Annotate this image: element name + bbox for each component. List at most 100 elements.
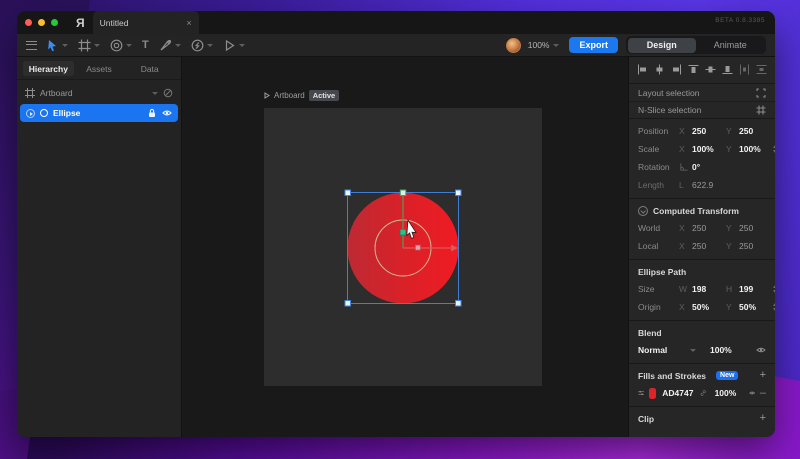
align-middle-vertical-icon[interactable] [705, 64, 716, 75]
blend-opacity-input[interactable]: 100% [710, 345, 744, 355]
tab-data[interactable]: Data [124, 61, 175, 76]
size-row: Size W 198 H 199 [629, 280, 775, 298]
rotation-input[interactable]: 0° [692, 162, 726, 172]
document-tab[interactable]: Untitled × [92, 11, 199, 34]
bone-tool-button[interactable] [188, 36, 216, 54]
align-left-icon[interactable] [637, 64, 648, 75]
section-title: Blend [638, 327, 662, 338]
tab-animate[interactable]: Animate [696, 38, 765, 53]
scale-y-input[interactable]: 100% [739, 144, 773, 154]
position-y-input[interactable]: 250 [739, 126, 773, 136]
scale-stepper[interactable] [773, 145, 775, 153]
position-row: Position X 250 Y 250 [629, 122, 775, 140]
axis-x-label: X [679, 144, 685, 154]
add-clip-button[interactable]: + [760, 413, 766, 424]
align-bottom-icon[interactable] [722, 64, 733, 75]
world-y-value: 250 [739, 223, 754, 233]
nslice-selection-label: N-Slice selection [638, 105, 702, 115]
origin-x-input[interactable]: 50% [692, 302, 726, 312]
align-right-icon[interactable] [671, 64, 682, 75]
artboard-tool-button[interactable] [75, 36, 103, 54]
nslice-selection-row[interactable]: N-Slice selection [629, 101, 775, 118]
scale-x-input[interactable]: 100% [692, 144, 726, 154]
tree-item-ellipse[interactable]: Ellipse [20, 104, 178, 122]
tab-hierarchy[interactable]: Hierarchy [23, 61, 74, 76]
axis-y-label: Y [726, 223, 732, 233]
layout-selection-icon [756, 87, 766, 98]
fills-strokes-header: Fills and Strokes New + [629, 367, 775, 384]
fill-hex-input[interactable]: AD4747 [662, 388, 700, 398]
origin-stepper[interactable] [773, 303, 775, 311]
tab-close-icon[interactable]: × [186, 18, 191, 28]
corner-handle-tr [455, 189, 462, 196]
mode-switcher: Design Animate [626, 36, 766, 54]
origin-label: Origin [638, 302, 661, 312]
select-tool-button[interactable] [43, 36, 71, 54]
size-stepper[interactable] [773, 285, 775, 293]
chevron-down-icon[interactable] [152, 91, 158, 95]
corner-handle-bl [344, 300, 351, 307]
tab-assets[interactable]: Assets [74, 61, 125, 76]
position-label: Position [638, 126, 669, 136]
tab-design[interactable]: Design [627, 37, 696, 53]
chevron-down-icon[interactable] [62, 43, 68, 47]
artboard-tool-icon [78, 39, 91, 51]
fill-opacity-input[interactable]: 100% [715, 388, 749, 398]
chevron-down-icon[interactable] [690, 348, 696, 352]
world-row: World X 250 Y 250 [629, 219, 775, 237]
align-center-horizontal-icon[interactable] [654, 64, 665, 75]
text-tool-button[interactable]: T [139, 36, 152, 54]
fill-color-swatch[interactable] [649, 387, 657, 399]
close-window-button[interactable] [25, 19, 32, 26]
axis-y-label: Y [726, 144, 732, 154]
chevron-down-icon[interactable] [94, 43, 100, 47]
section-title: Fills and Strokes [638, 370, 707, 381]
chevron-down-icon [553, 43, 560, 47]
ellipse-path-header: Ellipse Path [629, 263, 775, 280]
chevron-down-icon[interactable] [126, 43, 132, 47]
eye-icon[interactable] [748, 388, 755, 398]
minimize-window-button[interactable] [38, 19, 45, 26]
shape-tool-button[interactable] [107, 36, 135, 54]
chevron-down-icon[interactable] [238, 43, 245, 47]
ellipse-tool-icon [110, 39, 123, 51]
canvas[interactable]: Artboard Active [182, 57, 628, 437]
align-top-icon[interactable] [688, 64, 699, 75]
eye-icon[interactable] [756, 345, 766, 355]
trigger-tool-button[interactable] [220, 36, 248, 54]
link-icon[interactable] [700, 388, 706, 398]
position-x-input[interactable]: 250 [692, 126, 726, 136]
chevron-down-icon[interactable] [206, 43, 213, 47]
computed-transform-header[interactable]: Computed Transform [629, 202, 775, 219]
add-fill-button[interactable]: + [760, 370, 766, 381]
zoom-window-button[interactable] [51, 19, 58, 26]
origin-y-input[interactable]: 50% [739, 302, 773, 312]
scale-row: Scale X 100% Y 100% [629, 140, 775, 158]
user-avatar[interactable] [505, 37, 521, 53]
blend-mode-dropdown[interactable]: Normal [638, 345, 690, 355]
size-h-input[interactable]: 199 [739, 284, 773, 294]
fill-options-icon[interactable] [638, 388, 644, 398]
layout-selection-row[interactable]: Layout selection [629, 84, 775, 101]
size-w-input[interactable]: 198 [692, 284, 726, 294]
distribute-vertical-icon[interactable] [756, 64, 767, 75]
play-icon [264, 92, 270, 99]
collapse-icon[interactable] [638, 205, 648, 216]
export-button[interactable]: Export [569, 37, 618, 53]
artboard-surface[interactable] [264, 108, 542, 386]
traffic-lights [17, 19, 66, 26]
eye-icon [162, 110, 172, 116]
local-x-value: 250 [692, 241, 707, 251]
text-tool-icon: T [142, 38, 149, 51]
artboard-header[interactable]: Artboard Active [264, 90, 340, 101]
tree-item-artboard[interactable]: Artboard [17, 85, 181, 101]
distribute-horizontal-icon[interactable] [739, 64, 750, 75]
pen-tool-button[interactable] [156, 36, 184, 54]
disclosure-icon[interactable] [26, 108, 35, 118]
corner-handle-br [455, 300, 462, 307]
chevron-down-icon[interactable] [174, 43, 181, 47]
menu-icon[interactable] [26, 40, 37, 50]
zoom-dropdown[interactable]: 100% [528, 40, 560, 50]
remove-fill-button[interactable]: – [760, 387, 766, 399]
fill-row[interactable]: AD4747 100% – [629, 384, 775, 402]
